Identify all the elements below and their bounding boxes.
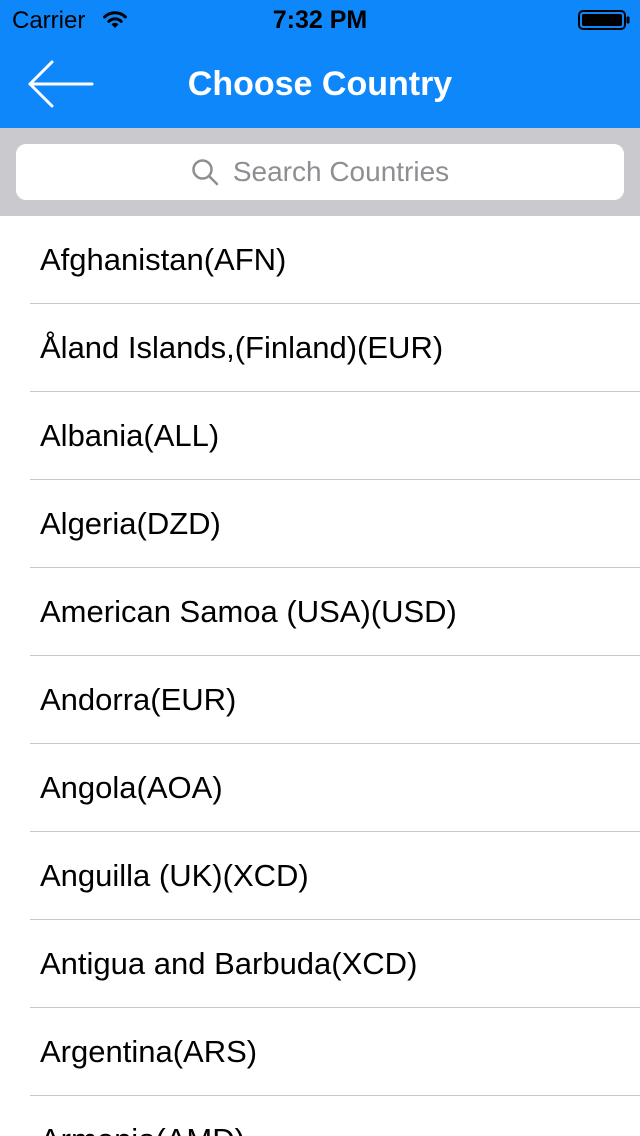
list-item[interactable]: Afghanistan(AFN) — [0, 216, 640, 304]
country-label: Afghanistan(AFN) — [40, 242, 287, 277]
list-item[interactable]: Argentina(ARS) — [0, 1008, 640, 1096]
list-item[interactable]: Armenia(AMD) — [0, 1096, 640, 1136]
search-icon — [192, 159, 219, 186]
search-input[interactable]: Search Countries — [16, 144, 624, 200]
list-item[interactable]: Andorra(EUR) — [0, 656, 640, 744]
list-item[interactable]: Anguilla (UK)(XCD) — [0, 832, 640, 920]
country-label: Argentina(ARS) — [40, 1034, 258, 1069]
list-item[interactable]: Algeria(DZD) — [0, 480, 640, 568]
list-item[interactable]: Antigua and Barbuda(XCD) — [0, 920, 640, 1008]
country-label: Åland Islands,(Finland)(EUR) — [40, 330, 444, 365]
country-label: Andorra(EUR) — [40, 682, 237, 717]
country-label: Armenia(AMD) — [40, 1120, 245, 1136]
list-item[interactable]: Albania(ALL) — [0, 392, 640, 480]
country-label: Algeria(DZD) — [40, 506, 221, 541]
list-item[interactable]: Åland Islands,(Finland)(EUR) — [0, 304, 640, 392]
list-item[interactable]: Angola(AOA) — [0, 744, 640, 832]
top-bar: Carrier 7:32 PM Choose Country — [0, 0, 640, 128]
country-label: Antigua and Barbuda(XCD) — [40, 946, 418, 981]
page-title: Choose Country — [187, 65, 453, 103]
status-time: 7:32 PM — [272, 6, 368, 34]
country-list[interactable]: Afghanistan(AFN) Åland Islands,(Finland)… — [0, 216, 640, 1136]
country-label: American Samoa (USA)(USD) — [40, 594, 457, 629]
search-bar: Search Countries — [0, 128, 640, 216]
country-label: Albania(ALL) — [40, 418, 220, 453]
status-bar: Carrier 7:32 PM — [0, 0, 640, 40]
list-item[interactable]: American Samoa (USA)(USD) — [0, 568, 640, 656]
battery-icon — [578, 10, 630, 30]
search-placeholder: Search Countries — [232, 156, 450, 187]
navigation-bar: Choose Country — [0, 40, 640, 128]
country-label: Anguilla (UK)(XCD) — [40, 858, 309, 893]
country-label: Angola(AOA) — [40, 770, 223, 805]
